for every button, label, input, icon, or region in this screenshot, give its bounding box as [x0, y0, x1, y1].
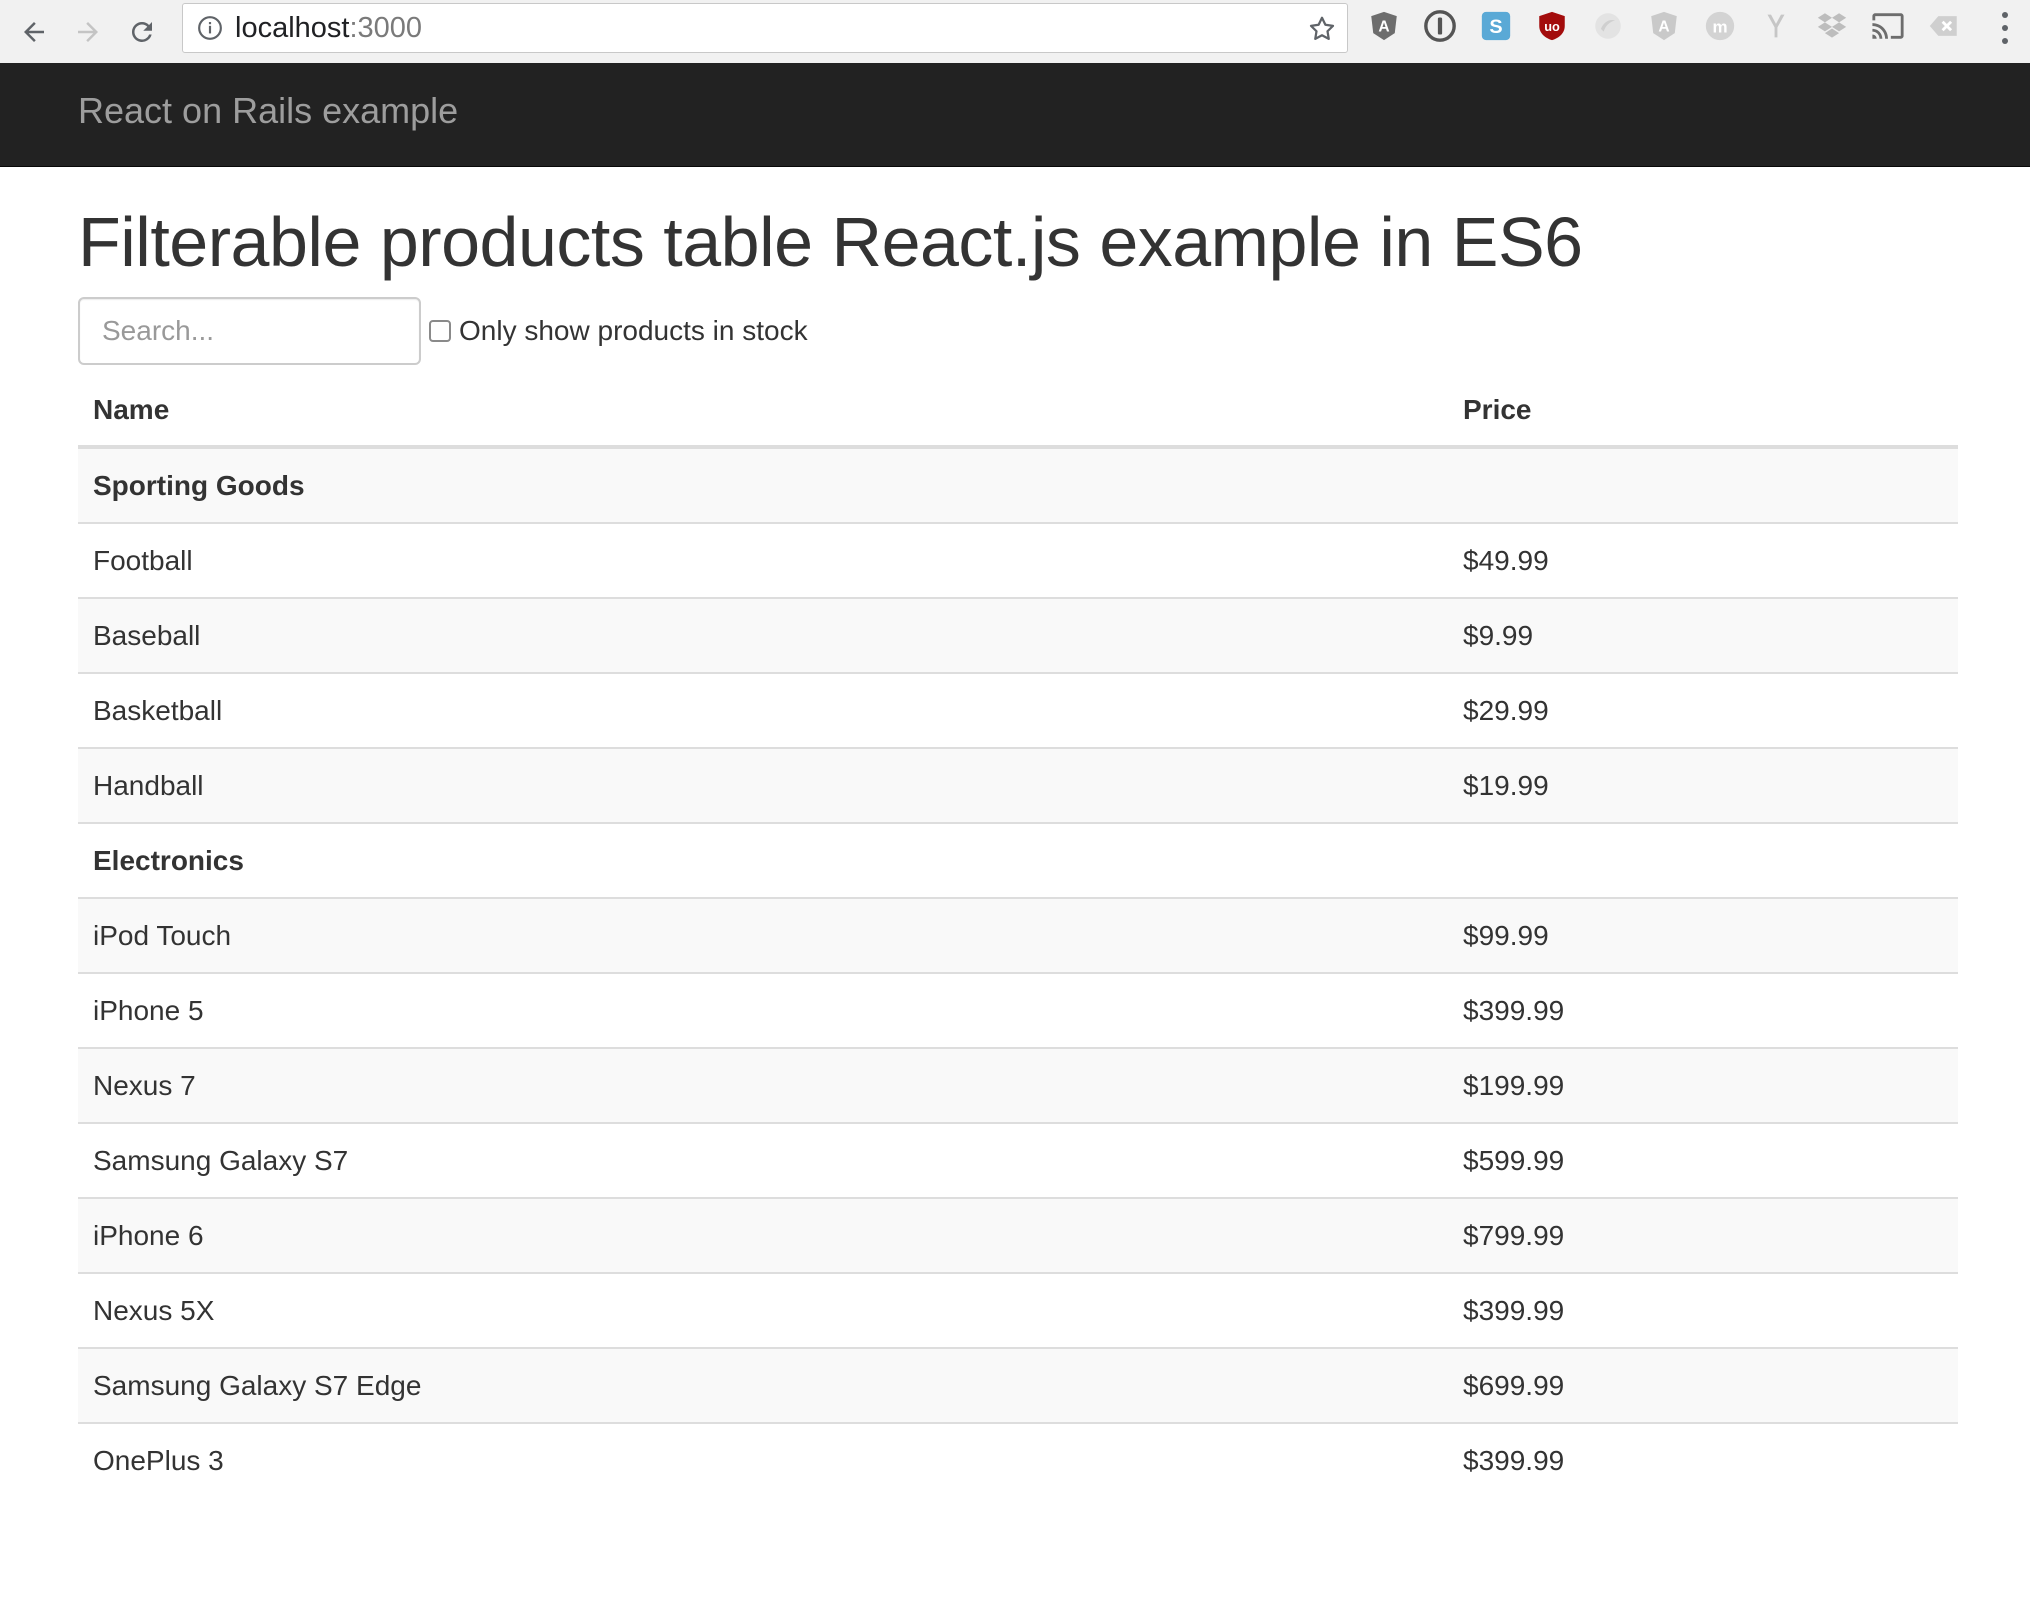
svg-text:A: A: [1378, 19, 1389, 36]
product-name: Samsung Galaxy S7: [78, 1122, 1448, 1198]
product-price: $19.99: [1448, 747, 1958, 823]
skype-icon[interactable]: S: [1478, 8, 1514, 44]
table-header-row: Name Price: [78, 375, 1958, 449]
category-row: Sporting Goods: [78, 447, 1958, 523]
address-bar[interactable]: localhost:3000: [182, 3, 1348, 53]
product-row: iPhone 5 $399.99: [78, 972, 1958, 1048]
navbar-brand[interactable]: React on Rails example: [78, 90, 458, 132]
product-price: $599.99: [1448, 1122, 1958, 1198]
back-button[interactable]: [14, 12, 54, 52]
products-table: Name Price Sporting Goods Football $49.9…: [78, 375, 1958, 1497]
product-row: OnePlus 3 $399.99: [78, 1422, 1958, 1497]
search-bar: Only show products in stock: [78, 297, 1958, 365]
page-title: Filterable products table React.js examp…: [78, 203, 1583, 281]
product-name: Handball: [78, 747, 1448, 823]
product-price: $799.99: [1448, 1197, 1958, 1273]
ublock-icon[interactable]: uo: [1534, 8, 1570, 44]
product-row: Nexus 5X $399.99: [78, 1272, 1958, 1348]
category-name: Sporting Goods: [78, 447, 1958, 523]
product-price: $49.99: [1448, 522, 1958, 598]
stock-only-label[interactable]: Only show products in stock: [459, 315, 808, 347]
product-name: iPhone 5: [78, 972, 1448, 1048]
product-price: $699.99: [1448, 1347, 1958, 1423]
app-navbar: React on Rails example: [0, 63, 2030, 167]
product-row: Baseball $9.99: [78, 597, 1958, 673]
reload-icon: [131, 21, 152, 42]
product-name: Nexus 5X: [78, 1272, 1448, 1348]
reload-button[interactable]: [122, 12, 162, 52]
product-price: $399.99: [1448, 972, 1958, 1048]
extensions-bar: A S uo A m: [1366, 8, 1962, 44]
m-extension-icon[interactable]: m: [1702, 8, 1738, 44]
product-row: iPhone 6 $799.99: [78, 1197, 1958, 1273]
bookmark-star-icon[interactable]: [1307, 14, 1337, 44]
product-row: Samsung Galaxy S7 $599.99: [78, 1122, 1958, 1198]
url-text[interactable]: localhost:3000: [235, 12, 422, 45]
category-row: Electronics: [78, 822, 1958, 898]
product-row: Samsung Galaxy S7 Edge $699.99: [78, 1347, 1958, 1423]
svg-text:uo: uo: [1544, 19, 1560, 34]
stock-only-checkbox[interactable]: [429, 320, 451, 342]
product-price: $29.99: [1448, 672, 1958, 748]
products-table-body: Sporting Goods Football $49.99 Baseball …: [78, 447, 1958, 1497]
product-name: Nexus 7: [78, 1047, 1448, 1123]
product-row: Handball $19.99: [78, 747, 1958, 823]
product-name: OnePlus 3: [78, 1422, 1448, 1497]
browser-menu-icon[interactable]: [2000, 12, 2010, 44]
wappalyzer-icon[interactable]: [1758, 8, 1794, 44]
clear-cache-icon[interactable]: [1926, 8, 1962, 44]
browser-toolbar: localhost:3000 A S uo A m: [0, 0, 2030, 64]
product-name: iPod Touch: [78, 897, 1448, 973]
search-input[interactable]: [78, 297, 421, 365]
angular-icon[interactable]: A: [1646, 8, 1682, 44]
product-name: Samsung Galaxy S7 Edge: [78, 1347, 1448, 1423]
product-price: $399.99: [1448, 1272, 1958, 1348]
product-row: Nexus 7 $199.99: [78, 1047, 1958, 1123]
chrome-extension-icon[interactable]: [1590, 8, 1626, 44]
product-price: $199.99: [1448, 1047, 1958, 1123]
product-name: iPhone 6: [78, 1197, 1448, 1273]
product-name: Baseball: [78, 597, 1448, 673]
product-row: iPod Touch $99.99: [78, 897, 1958, 973]
price-column-header: Price: [1448, 375, 1958, 449]
info-icon[interactable]: [197, 15, 223, 41]
product-price: $99.99: [1448, 897, 1958, 973]
cast-icon[interactable]: [1870, 8, 1906, 44]
onepassword-icon[interactable]: [1422, 8, 1458, 44]
product-name: Football: [78, 522, 1448, 598]
product-row: Basketball $29.99: [78, 672, 1958, 748]
url-host: localhost: [235, 11, 350, 44]
product-name: Basketball: [78, 672, 1448, 748]
product-row: Football $49.99: [78, 522, 1958, 598]
product-price: $399.99: [1448, 1422, 1958, 1497]
angular-shield-icon[interactable]: A: [1366, 8, 1402, 44]
name-column-header: Name: [78, 375, 1448, 449]
svg-text:m: m: [1712, 17, 1727, 36]
url-port: :3000: [349, 11, 423, 44]
svg-text:S: S: [1489, 16, 1502, 38]
arrow-right-icon: [78, 21, 98, 42]
arrow-left-icon: [24, 21, 44, 42]
product-price: $9.99: [1448, 597, 1958, 673]
category-name: Electronics: [78, 822, 1958, 898]
svg-text:A: A: [1658, 19, 1669, 36]
forward-button[interactable]: [68, 12, 108, 52]
dropbox-icon[interactable]: [1814, 8, 1850, 44]
main-content: Filterable products table React.js examp…: [78, 166, 1958, 1497]
